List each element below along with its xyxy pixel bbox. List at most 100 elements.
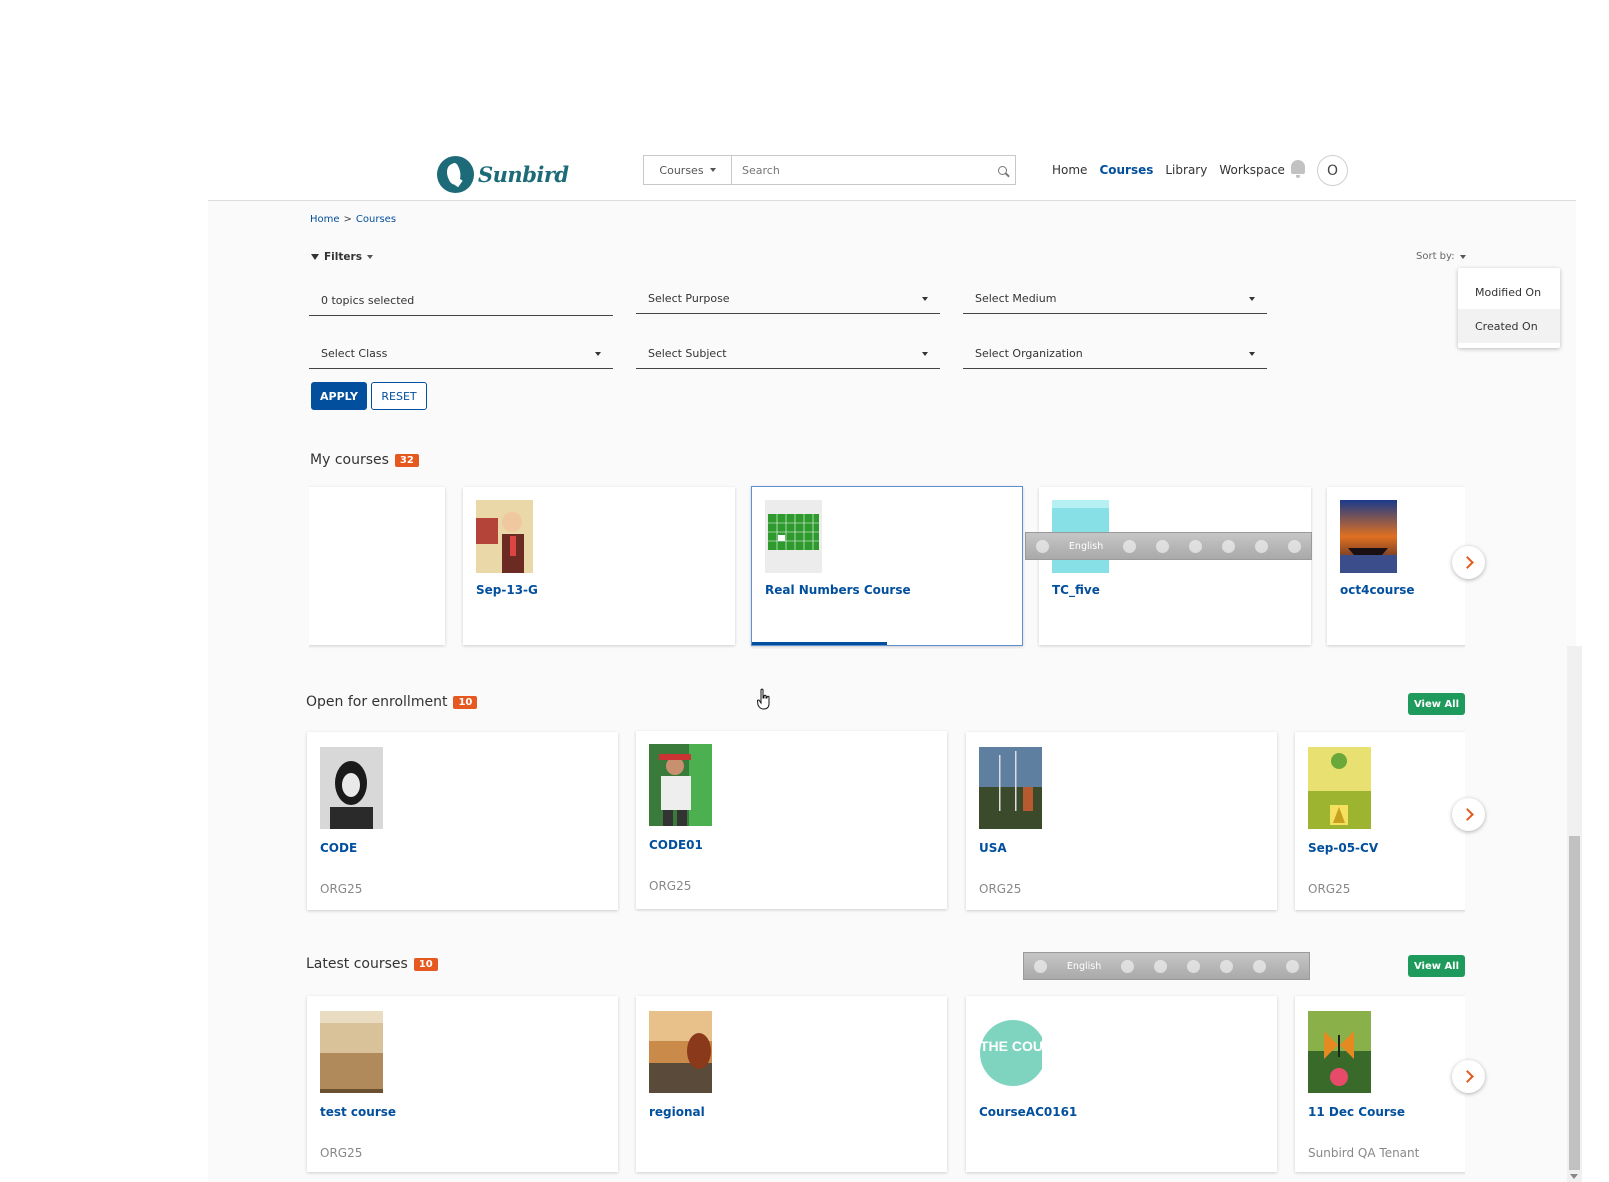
course-title[interactable]: regional bbox=[649, 1105, 705, 1119]
reset-button[interactable]: RESET bbox=[371, 382, 427, 410]
chevron-down-icon bbox=[1459, 254, 1466, 259]
course-title[interactable]: Real Numbers Course bbox=[765, 583, 911, 597]
course-title[interactable]: Sep-05-CV bbox=[1308, 841, 1378, 855]
apply-button[interactable]: APPLY bbox=[311, 382, 367, 410]
subject-select[interactable]: Select Subject bbox=[636, 339, 940, 369]
sort-by-label: Sort by: bbox=[1416, 251, 1455, 262]
chevron-down-icon bbox=[922, 296, 928, 301]
bird-icon bbox=[437, 156, 474, 193]
filter-icon bbox=[311, 254, 319, 260]
scroll-down-arrow-icon[interactable] bbox=[1570, 1174, 1578, 1179]
course-title[interactable]: 11 Dec Course bbox=[1308, 1105, 1405, 1119]
medium-select[interactable]: Select Medium bbox=[963, 284, 1267, 314]
course-card[interactable]: CODE ORG25 bbox=[307, 732, 618, 910]
course-thumbnail bbox=[979, 747, 1042, 829]
course-card[interactable]: Sep-13-G bbox=[463, 487, 735, 645]
next-arrow-button[interactable] bbox=[1452, 1060, 1485, 1093]
my-courses-carousel: Sep-13-G Real Numbers Course TC_five oct… bbox=[309, 484, 1465, 649]
chevron-down-icon bbox=[922, 351, 928, 356]
course-card-partial[interactable] bbox=[309, 487, 445, 645]
course-card[interactable]: THE COURSE CourseAC0161 bbox=[966, 996, 1277, 1172]
course-card[interactable]: regional bbox=[636, 996, 947, 1172]
topics-select[interactable]: 0 topics selected bbox=[309, 286, 613, 316]
course-thumbnail bbox=[1308, 1011, 1371, 1093]
ime-language-select[interactable]: English bbox=[1067, 961, 1101, 972]
course-thumbnail bbox=[1308, 747, 1371, 829]
course-org: ORG25 bbox=[320, 882, 363, 896]
bell-icon[interactable] bbox=[1291, 160, 1305, 178]
search-bar: Courses bbox=[643, 155, 1016, 185]
ime-language-select[interactable]: English bbox=[1069, 541, 1103, 552]
course-thumbnail bbox=[765, 500, 822, 573]
nav-library[interactable]: Library bbox=[1165, 163, 1207, 177]
brush-icon[interactable] bbox=[1154, 959, 1168, 973]
browser-icon[interactable] bbox=[1222, 539, 1236, 553]
help-icon[interactable] bbox=[1253, 959, 1266, 973]
page: Sunbird Courses Home Courses Library Wor… bbox=[0, 0, 1609, 1182]
ime-logo-icon[interactable] bbox=[1035, 539, 1049, 553]
gear-icon[interactable] bbox=[1187, 959, 1201, 973]
main-nav: Home Courses Library Workspace bbox=[1052, 163, 1285, 177]
search-button[interactable] bbox=[989, 156, 1015, 184]
sort-option-created[interactable]: Created On bbox=[1458, 309, 1560, 343]
section-title: My courses bbox=[310, 452, 389, 468]
course-card[interactable]: USA ORG25 bbox=[966, 732, 1277, 910]
course-title[interactable]: TC_five bbox=[1052, 583, 1100, 597]
next-arrow-button[interactable] bbox=[1452, 546, 1485, 579]
course-card[interactable]: Sep-05-CV ORG25 bbox=[1295, 732, 1465, 910]
my-courses-heading: My courses 32 bbox=[310, 452, 419, 468]
course-card[interactable]: 11 Dec Course Sunbird QA Tenant bbox=[1295, 996, 1465, 1172]
chevron-down-icon bbox=[595, 351, 601, 356]
count-badge: 10 bbox=[413, 957, 438, 971]
brush-icon[interactable] bbox=[1156, 539, 1170, 553]
help-icon[interactable] bbox=[1255, 539, 1268, 553]
sort-option-modified[interactable]: Modified On bbox=[1458, 275, 1560, 309]
course-thumbnail bbox=[649, 744, 712, 826]
purpose-select[interactable]: Select Purpose bbox=[636, 284, 940, 314]
filters-toggle[interactable]: Filters bbox=[311, 251, 373, 263]
keyboard-icon[interactable] bbox=[1121, 959, 1135, 973]
ime-logo-icon[interactable] bbox=[1033, 959, 1047, 973]
course-thumbnail bbox=[476, 500, 533, 573]
breadcrumb: Home > Courses bbox=[310, 214, 396, 225]
course-card[interactable]: TC_five bbox=[1039, 487, 1311, 645]
avatar[interactable]: O bbox=[1317, 155, 1348, 186]
vertical-scrollbar[interactable] bbox=[1567, 646, 1582, 1182]
next-arrow-button[interactable] bbox=[1452, 798, 1485, 831]
course-card[interactable]: CODE01 ORG25 bbox=[636, 731, 947, 909]
course-title[interactable]: Sep-13-G bbox=[476, 583, 538, 597]
course-title[interactable]: CourseAC0161 bbox=[979, 1105, 1077, 1119]
search-icon bbox=[997, 165, 1007, 175]
course-thumbnail bbox=[320, 747, 383, 829]
search-input[interactable] bbox=[732, 156, 989, 184]
scrollbar-thumb[interactable] bbox=[1569, 836, 1580, 1170]
course-title[interactable]: CODE bbox=[320, 841, 357, 855]
course-title[interactable]: CODE01 bbox=[649, 838, 703, 852]
nav-home[interactable]: Home bbox=[1052, 163, 1087, 177]
keyboard-icon[interactable] bbox=[1123, 539, 1137, 553]
course-title[interactable]: oct4course bbox=[1340, 583, 1415, 597]
course-org: ORG25 bbox=[320, 1146, 363, 1160]
nav-workspace[interactable]: Workspace bbox=[1219, 163, 1285, 177]
view-all-button[interactable]: View All bbox=[1408, 955, 1465, 977]
nav-courses[interactable]: Courses bbox=[1099, 163, 1153, 177]
class-select[interactable]: Select Class bbox=[309, 339, 613, 369]
gear-icon[interactable] bbox=[1189, 539, 1203, 553]
latest-courses-carousel: test course ORG25 regional THE COURSE Co… bbox=[300, 992, 1465, 1177]
browser-icon[interactable] bbox=[1220, 959, 1234, 973]
view-all-button[interactable]: View All bbox=[1408, 693, 1465, 715]
course-org: ORG25 bbox=[1308, 882, 1351, 896]
sort-by-toggle[interactable]: Sort by: bbox=[1416, 251, 1466, 262]
breadcrumb-home[interactable]: Home bbox=[310, 214, 340, 225]
breadcrumb-courses[interactable]: Courses bbox=[356, 214, 396, 225]
info-icon[interactable] bbox=[1285, 959, 1299, 973]
course-title[interactable]: test course bbox=[320, 1105, 396, 1119]
course-card-selected[interactable]: Real Numbers Course bbox=[751, 486, 1023, 646]
info-icon[interactable] bbox=[1287, 539, 1301, 553]
course-title[interactable]: USA bbox=[979, 841, 1007, 855]
course-card[interactable]: test course ORG25 bbox=[307, 996, 618, 1172]
sunbird-logo[interactable]: Sunbird bbox=[437, 156, 569, 193]
search-category-select[interactable]: Courses bbox=[644, 156, 732, 184]
organization-select[interactable]: Select Organization bbox=[963, 339, 1267, 369]
course-card[interactable]: oct4course bbox=[1327, 487, 1465, 645]
